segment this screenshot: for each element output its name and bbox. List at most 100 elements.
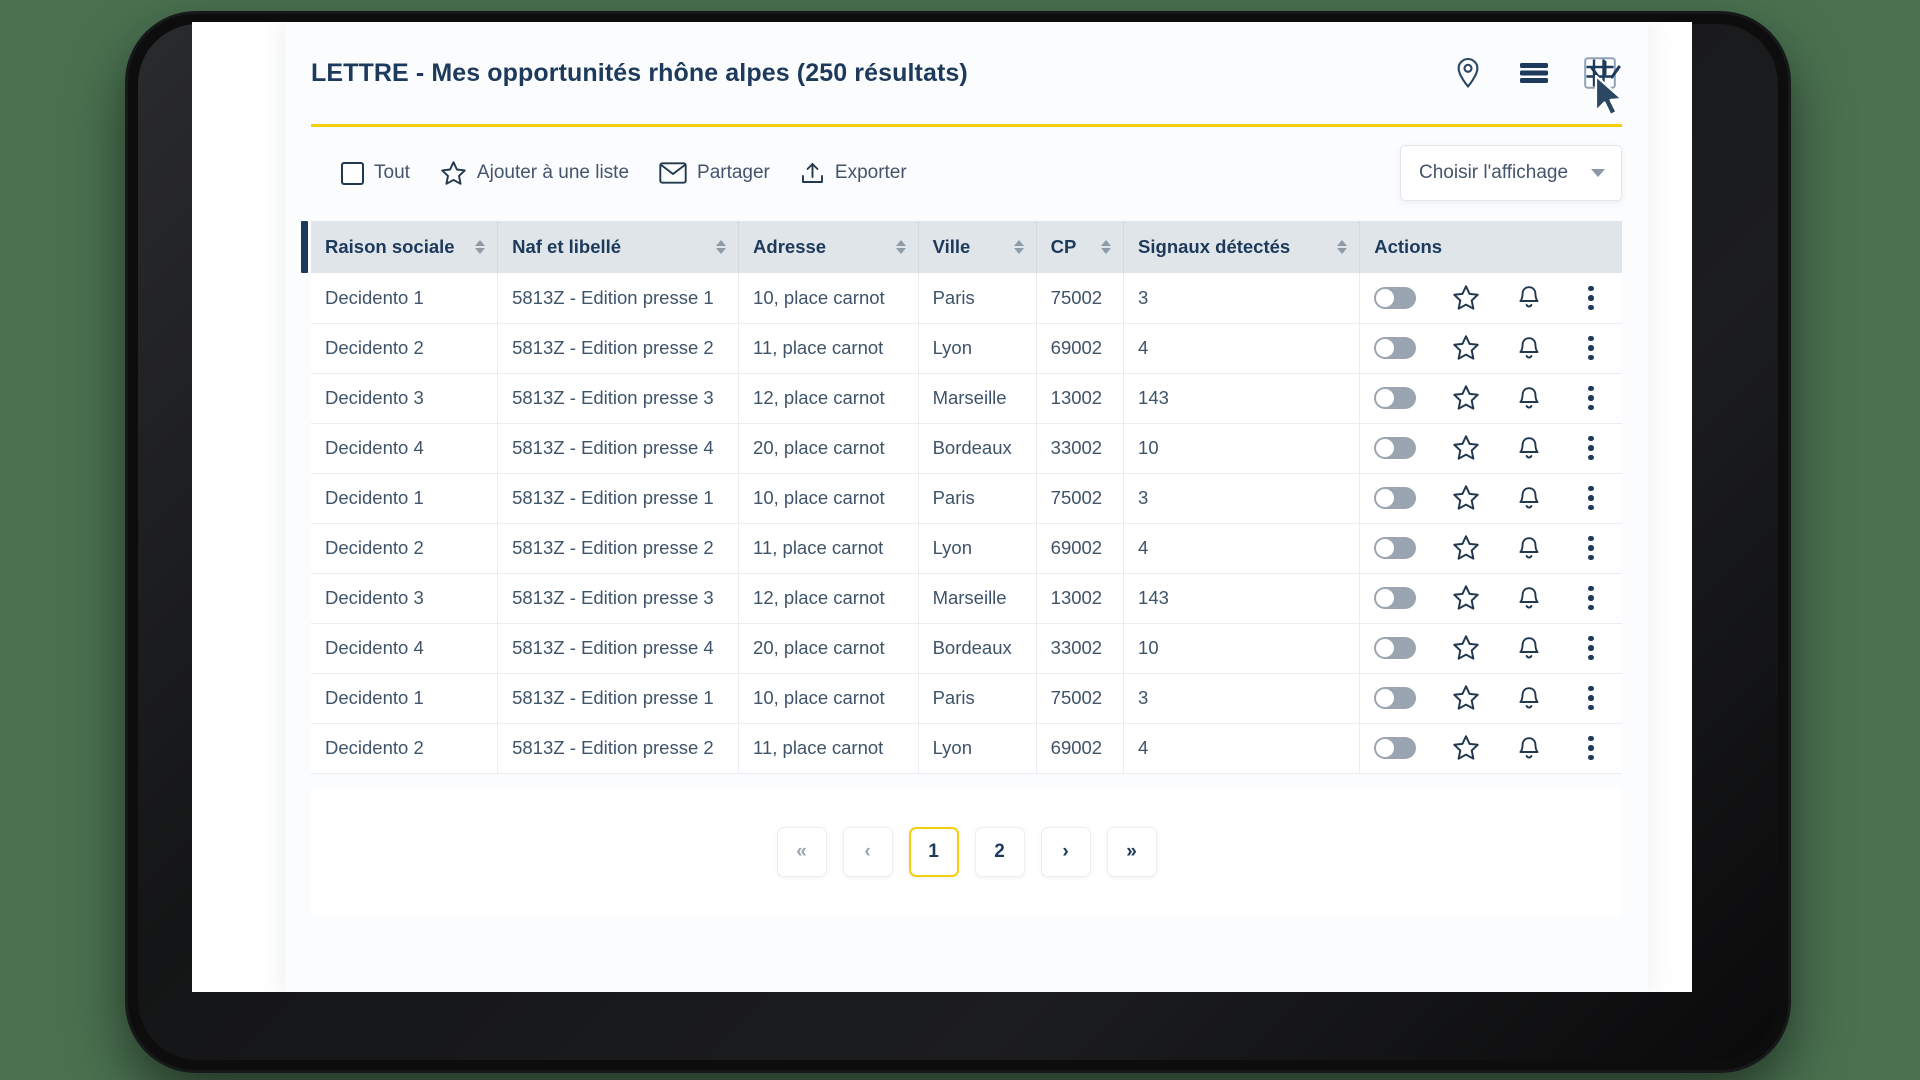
kebab-menu-icon[interactable] [1578, 732, 1604, 765]
cell-adresse: 12, place carnot [738, 573, 919, 624]
column-header-naf[interactable]: Naf et libellé [497, 221, 740, 273]
kebab-menu-icon[interactable] [1578, 532, 1604, 565]
list-view-icon[interactable] [1514, 53, 1554, 93]
row-toggle-switch[interactable] [1374, 337, 1417, 359]
column-header-cp[interactable]: CP [1036, 221, 1125, 273]
kebab-menu-icon[interactable] [1578, 682, 1604, 715]
star-icon[interactable] [1452, 684, 1480, 712]
table-row[interactable]: Decidento 3 5813Z - Edition presse 3 12, p… [311, 573, 1622, 624]
row-toggle-switch[interactable] [1374, 637, 1417, 659]
row-toggle-switch[interactable] [1374, 737, 1417, 759]
kebab-menu-icon[interactable] [1578, 632, 1604, 665]
kebab-menu-icon[interactable] [1578, 482, 1604, 515]
display-select-value: Choisir l'affichage [1419, 162, 1569, 183]
star-icon [440, 160, 467, 187]
table-row[interactable]: Decidento 4 5813Z - Edition presse 4 20, p… [311, 423, 1622, 474]
kebab-menu-icon[interactable] [1578, 282, 1604, 315]
column-header-ville[interactable]: Ville [918, 221, 1037, 273]
row-toggle-switch[interactable] [1374, 537, 1417, 559]
pagination-page-2[interactable]: 2 [974, 826, 1025, 877]
select-all-button[interactable]: Tout [331, 156, 420, 191]
bell-icon[interactable] [1516, 585, 1542, 612]
table-row[interactable]: Decidento 2 5813Z - Edition presse 2 11, p… [311, 723, 1622, 774]
sort-icon[interactable] [1337, 239, 1348, 255]
cell-signaux-detectes: 4 [1123, 323, 1361, 374]
pagination-last[interactable]: » [1106, 826, 1157, 877]
cell-signaux-detectes: 4 [1123, 723, 1361, 774]
star-icon[interactable] [1452, 634, 1480, 662]
bell-icon[interactable] [1516, 535, 1542, 562]
sort-icon[interactable] [475, 239, 486, 255]
table-row[interactable]: Decidento 1 5813Z - Edition presse 1 10, p… [311, 273, 1622, 324]
cell-ville: Bordeaux [918, 623, 1037, 674]
cell-ville: Lyon [918, 523, 1037, 574]
table-row[interactable]: Decidento 4 5813Z - Edition presse 4 20, p… [311, 623, 1622, 674]
kebab-menu-icon[interactable] [1578, 332, 1604, 365]
table-row[interactable]: Decidento 3 5813Z - Edition presse 3 12, p… [311, 373, 1622, 424]
bell-icon[interactable] [1516, 335, 1542, 362]
cell-adresse: 11, place carnot [738, 323, 919, 374]
row-toggle-switch[interactable] [1374, 286, 1417, 309]
column-header-adresse[interactable]: Adresse [738, 221, 919, 273]
bell-icon[interactable] [1516, 284, 1542, 311]
star-icon[interactable] [1452, 584, 1480, 612]
cell-ville: Bordeaux [918, 423, 1037, 474]
cell-cp: 69002 [1036, 323, 1125, 374]
sort-icon[interactable] [895, 239, 906, 255]
add-to-list-button[interactable]: Ajouter à une liste [430, 154, 639, 193]
star-icon[interactable] [1452, 734, 1480, 762]
cell-naf: 5813Z - Edition presse 2 [497, 323, 740, 374]
bell-icon[interactable] [1516, 635, 1542, 662]
bell-icon[interactable] [1516, 435, 1542, 462]
bell-icon[interactable] [1516, 685, 1542, 712]
star-icon[interactable] [1452, 434, 1480, 462]
sort-icon[interactable] [1013, 239, 1024, 255]
pagination-first[interactable]: « [776, 826, 827, 877]
cell-cp: 33002 [1036, 623, 1125, 674]
kebab-menu-icon[interactable] [1578, 582, 1604, 615]
bell-icon[interactable] [1516, 485, 1542, 512]
star-icon[interactable] [1452, 534, 1480, 562]
sort-icon[interactable] [716, 239, 727, 255]
checkbox-icon[interactable] [341, 161, 364, 185]
chevron-down-icon [1591, 169, 1605, 177]
cell-cp: 13002 [1036, 373, 1125, 424]
kebab-menu-icon[interactable] [1578, 382, 1604, 415]
sort-icon[interactable] [1101, 239, 1112, 255]
cell-actions [1359, 673, 1622, 724]
star-icon[interactable] [1452, 384, 1480, 412]
star-icon[interactable] [1452, 284, 1480, 312]
kebab-menu-icon[interactable] [1578, 432, 1604, 465]
cell-actions [1359, 423, 1622, 474]
bell-icon[interactable] [1516, 385, 1542, 412]
bell-icon[interactable] [1516, 735, 1542, 762]
display-select-dropdown[interactable]: Choisir l'affichage [1400, 145, 1622, 201]
row-toggle-switch[interactable] [1374, 487, 1417, 509]
pagination-page-1[interactable]: 1 [908, 826, 959, 877]
star-icon[interactable] [1452, 484, 1480, 512]
pagination-next[interactable]: › [1040, 826, 1091, 877]
table-row[interactable]: Decidento 1 5813Z - Edition presse 1 10, p… [311, 673, 1622, 724]
cell-naf: 5813Z - Edition presse 2 [497, 723, 740, 774]
cell-actions [1359, 273, 1622, 324]
pagination-previous[interactable]: ‹ [842, 826, 893, 877]
column-header-signaux[interactable]: Signaux détectés [1123, 221, 1361, 273]
row-toggle-switch[interactable] [1374, 587, 1417, 609]
row-toggle-switch[interactable] [1374, 437, 1417, 459]
table-row[interactable]: Decidento 2 5813Z - Edition presse 2 11, p… [311, 523, 1622, 574]
map-pin-icon[interactable] [1448, 53, 1488, 93]
share-button[interactable]: Partager [649, 156, 780, 190]
cell-actions [1359, 373, 1622, 424]
screenshot-scene: LETTRE - Mes opportunités rhône alpes (2… [0, 0, 1920, 1080]
column-header-raison-sociale[interactable]: Raison sociale [311, 221, 499, 273]
cell-signaux-detectes: 3 [1123, 473, 1361, 524]
row-toggle-switch[interactable] [1374, 687, 1417, 709]
star-icon[interactable] [1452, 334, 1480, 362]
cell-ville: Lyon [918, 323, 1037, 374]
table-row[interactable]: Decidento 2 5813Z - Edition presse 2 11, p… [311, 323, 1622, 374]
grid-view-icon[interactable] [1580, 53, 1620, 93]
table-row[interactable]: Decidento 1 5813Z - Edition presse 1 10, p… [311, 473, 1622, 524]
export-button[interactable]: Exporter [790, 155, 917, 192]
cell-raison-sociale: Decidento 2 [311, 523, 499, 574]
row-toggle-switch[interactable] [1374, 387, 1417, 409]
